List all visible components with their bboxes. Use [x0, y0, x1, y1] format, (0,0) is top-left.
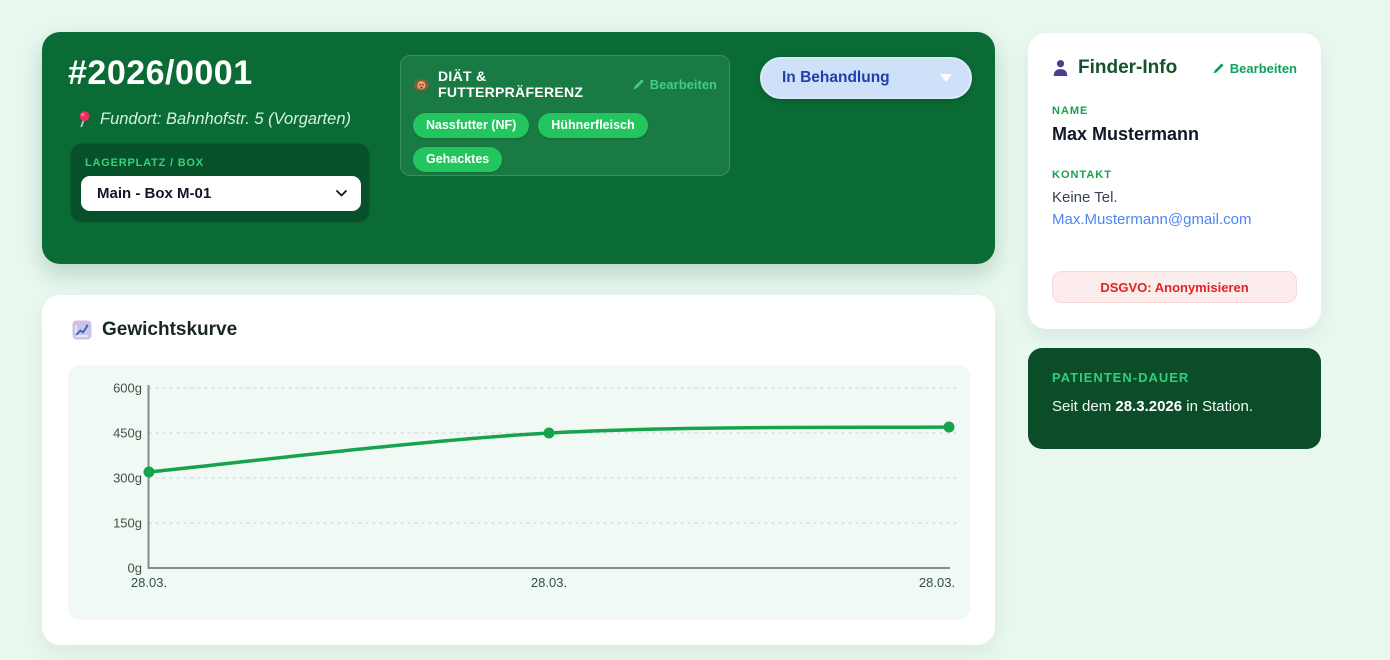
finder-edit-label: Bearbeiten	[1230, 61, 1297, 76]
diet-tag[interactable]: Hühnerfleisch	[538, 113, 647, 138]
weight-chart-plot: 0g 150g 300g 450g 600g 28.03. 28.03. 28.03.	[68, 365, 970, 620]
lagerplatz-selected-value: Main - Box M-01	[97, 185, 211, 202]
diet-header: DIÄT & FUTTERPRÄFERENZ Bearbeiten	[413, 68, 717, 100]
weight-chart-card: Gewichtskurve 0g 150g 300g 450g 600g 28.03. 28…	[42, 295, 995, 645]
diet-preferences-box: DIÄT & FUTTERPRÄFERENZ Bearbeiten Nassfu…	[400, 55, 730, 176]
finder-phone: Keine Tel.	[1052, 189, 1297, 206]
status-select[interactable]: In Behandlung	[760, 57, 972, 99]
name-label: NAME	[1052, 105, 1297, 117]
svg-text:450g: 450g	[113, 426, 142, 441]
person-icon	[1052, 59, 1069, 77]
diet-edit-button[interactable]: Bearbeiten	[632, 77, 717, 92]
svg-text:300g: 300g	[113, 471, 142, 486]
dropdown-arrow-icon	[940, 74, 952, 82]
finder-email-link[interactable]: Max.Mustermann@gmail.com	[1052, 211, 1297, 228]
svg-text:600g: 600g	[113, 381, 142, 396]
weight-chart-svg: 0g 150g 300g 450g 600g 28.03. 28.03. 28.03.	[68, 365, 970, 620]
svg-text:28.03.: 28.03.	[531, 575, 567, 590]
patient-duration-title: PATIENTEN-DAUER	[1052, 370, 1297, 385]
lagerplatz-label: LAGERPLATZ / BOX	[85, 157, 204, 169]
duration-prefix: Seit dem	[1052, 398, 1115, 415]
finder-info-card: Finder-Info Bearbeiten NAME Max Musterma…	[1028, 33, 1321, 329]
chart-title: Gewichtskurve	[102, 319, 237, 341]
patient-id: #2026/0001	[68, 54, 253, 93]
dsgvo-anonymize-button[interactable]: DSGVO: Anonymisieren	[1052, 271, 1297, 303]
diet-edit-label: Bearbeiten	[650, 77, 717, 92]
pencil-icon	[632, 78, 645, 91]
status-selected-value: In Behandlung	[782, 69, 890, 87]
finder-name-section: NAME Max Mustermann	[1052, 105, 1297, 145]
diet-tags: Nassfutter (NF) Hühnerfleisch Gehacktes	[413, 113, 663, 172]
hedgehog-icon	[413, 77, 430, 92]
patient-card: #2026/0001 Fundort: Bahnhofstr. 5 (Vorga…	[42, 32, 995, 264]
pushpin-icon	[76, 111, 91, 128]
svg-text:28.03.: 28.03.	[131, 575, 167, 590]
pencil-icon	[1212, 62, 1225, 75]
duration-date: 28.3.2026	[1115, 398, 1182, 415]
lagerplatz-box: LAGERPLATZ / BOX Main - Box M-01	[70, 143, 370, 223]
finder-name-value: Max Mustermann	[1052, 124, 1297, 145]
diet-title: DIÄT & FUTTERPRÄFERENZ	[438, 68, 624, 100]
diet-tag[interactable]: Nassfutter (NF)	[413, 113, 529, 138]
kontakt-label: KONTAKT	[1052, 169, 1297, 181]
chart-header: Gewichtskurve	[72, 319, 237, 341]
svg-text:150g: 150g	[113, 516, 142, 531]
diet-tag[interactable]: Gehacktes	[413, 147, 502, 172]
fundort-row: Fundort: Bahnhofstr. 5 (Vorgarten)	[76, 110, 351, 129]
patient-duration-card: PATIENTEN-DAUER Seit dem 28.3.2026 in St…	[1028, 348, 1321, 449]
finder-header: Finder-Info Bearbeiten	[1052, 57, 1297, 79]
finder-edit-button[interactable]: Bearbeiten	[1212, 61, 1297, 76]
patient-duration-text: Seit dem 28.3.2026 in Station.	[1052, 398, 1297, 415]
chart-increasing-icon	[72, 320, 92, 340]
chevron-down-icon	[336, 190, 347, 197]
duration-suffix: in Station.	[1182, 398, 1253, 415]
svg-text:0g: 0g	[128, 561, 142, 576]
fundort-text: Fundort: Bahnhofstr. 5 (Vorgarten)	[100, 110, 351, 129]
finder-title: Finder-Info	[1078, 57, 1177, 79]
svg-text:28.03.: 28.03.	[919, 575, 955, 590]
lagerplatz-select[interactable]: Main - Box M-01	[81, 176, 361, 211]
finder-contact-section: KONTAKT Keine Tel. Max.Mustermann@gmail.…	[1052, 169, 1297, 228]
